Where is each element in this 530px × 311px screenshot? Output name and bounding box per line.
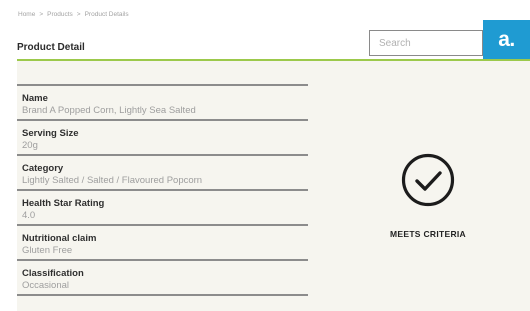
page-title: Product Detail	[17, 42, 85, 53]
detail-item-category: Category Lightly Salted / Salted / Flavo…	[17, 154, 308, 189]
breadcrumb-separator: >	[76, 11, 81, 18]
product-detail-list: Name Brand A Popped Corn, Lightly Sea Sa…	[17, 84, 308, 296]
detail-label: Classification	[22, 268, 84, 279]
detail-value: Lightly Salted / Salted / Flavoured Popc…	[22, 175, 203, 186]
detail-item-health-star-rating: Health Star Rating 4.0	[17, 189, 308, 224]
breadcrumb-product-details: Product Details	[84, 11, 129, 18]
search-input[interactable]	[369, 30, 483, 56]
breadcrumb-home[interactable]: Home	[18, 11, 35, 18]
detail-value: Gluten Free	[22, 245, 73, 256]
breadcrumb-products[interactable]: Products	[47, 11, 73, 18]
detail-item-name: Name Brand A Popped Corn, Lightly Sea Sa…	[17, 84, 308, 119]
breadcrumb: Home > Products > Product Details	[18, 11, 129, 18]
detail-label: Nutritional claim	[22, 233, 97, 244]
criteria-status: MEETS CRITERIA	[360, 152, 496, 239]
detail-value: 4.0	[22, 210, 36, 221]
brand-badge: a.	[483, 20, 530, 60]
detail-label: Category	[22, 163, 64, 174]
detail-label: Name	[22, 93, 48, 104]
status-label: MEETS CRITERIA	[390, 229, 466, 239]
detail-label: Serving Size	[22, 128, 79, 139]
detail-value: Occasional	[22, 280, 69, 291]
detail-item-serving-size: Serving Size 20g	[17, 119, 308, 154]
detail-value: Brand A Popped Corn, Lightly Sea Salted	[22, 105, 196, 116]
detail-item-classification: Classification Occasional	[17, 259, 308, 296]
detail-value: 20g	[22, 140, 38, 151]
breadcrumb-separator: >	[39, 11, 44, 18]
detail-label: Health Star Rating	[22, 198, 105, 209]
check-circle-icon	[401, 153, 455, 207]
accent-divider	[17, 59, 530, 61]
detail-item-nutritional-claim: Nutritional claim Gluten Free	[17, 224, 308, 259]
